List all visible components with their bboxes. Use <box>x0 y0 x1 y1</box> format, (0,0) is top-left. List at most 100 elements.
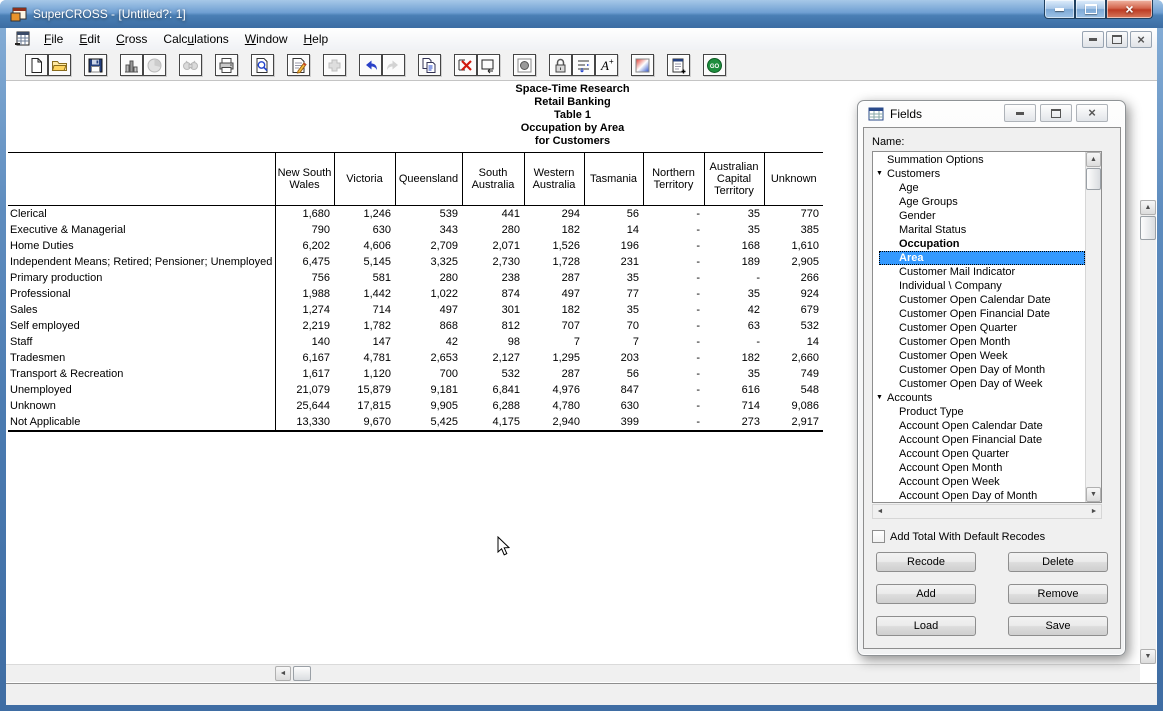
pie-chart-button[interactable] <box>143 54 166 76</box>
fields-scroll-thumb[interactable] <box>1086 168 1101 190</box>
column-header[interactable]: Unknown <box>764 153 823 206</box>
row-label[interactable]: Unemployed <box>8 382 275 398</box>
scroll-down-button[interactable]: ▼ <box>1140 649 1156 664</box>
menu-cross[interactable]: Cross <box>108 30 155 48</box>
field-item-account-open-day-of-month[interactable]: Account Open Day of Month <box>873 489 1085 503</box>
field-item-account-open-quarter[interactable]: Account Open Quarter <box>873 447 1085 461</box>
add-total-checkbox[interactable] <box>872 530 885 543</box>
save-button[interactable] <box>84 54 107 76</box>
edit-derivations-button[interactable] <box>287 54 310 76</box>
colors-button[interactable] <box>631 54 654 76</box>
field-item-account-open-calendar-date[interactable]: Account Open Calendar Date <box>873 419 1085 433</box>
field-options-button[interactable] <box>572 54 595 76</box>
new-document-button[interactable] <box>667 54 690 76</box>
stub-header-cell[interactable] <box>8 153 275 206</box>
field-item-age-groups[interactable]: Age Groups <box>873 195 1085 209</box>
scroll-up-button[interactable]: ▲ <box>1140 200 1156 215</box>
field-item-gender[interactable]: Gender <box>873 209 1085 223</box>
open-button[interactable] <box>48 54 71 76</box>
mdi-minimize-button[interactable] <box>1082 31 1104 48</box>
field-item-customer-mail-indicator[interactable]: Customer Mail Indicator <box>873 265 1085 279</box>
menu-file[interactable]: File <box>36 30 71 48</box>
mdi-restore-button[interactable] <box>1106 31 1128 48</box>
field-item-customers[interactable]: ▼Customers <box>873 167 1085 181</box>
field-item-account-open-financial-date[interactable]: Account Open Financial Date <box>873 433 1085 447</box>
fields-scroll-up-button[interactable]: ▲ <box>1086 152 1101 167</box>
menu-edit[interactable]: Edit <box>71 30 108 48</box>
field-item-age[interactable]: Age <box>873 181 1085 195</box>
minimize-button[interactable] <box>1044 0 1075 19</box>
field-item-product-type[interactable]: Product Type <box>873 405 1085 419</box>
column-header[interactable]: Northern Territory <box>643 153 704 206</box>
font-size-button[interactable]: A+ <box>595 54 618 76</box>
add-button[interactable]: Add <box>876 584 976 604</box>
bar-chart-button[interactable] <box>120 54 143 76</box>
field-item-customer-open-quarter[interactable]: Customer Open Quarter <box>873 321 1085 335</box>
new-table-button[interactable] <box>25 54 48 76</box>
mdi-close-button[interactable]: × <box>1130 31 1152 48</box>
field-item-customer-open-calendar-date[interactable]: Customer Open Calendar Date <box>873 293 1085 307</box>
dialog-minimize-button[interactable] <box>1004 104 1036 122</box>
row-label[interactable]: Self employed <box>8 318 275 334</box>
row-label[interactable]: Not Applicable <box>8 414 275 431</box>
field-item-individual-company[interactable]: Individual \ Company <box>873 279 1085 293</box>
column-header[interactable]: New South Wales <box>275 153 334 206</box>
lock-button[interactable] <box>549 54 572 76</box>
row-label[interactable]: Unknown <box>8 398 275 414</box>
row-label[interactable]: Transport & Recreation <box>8 366 275 382</box>
menu-help[interactable]: Help <box>295 30 336 48</box>
delete-button[interactable]: Delete <box>1008 552 1108 572</box>
scroll-left-button[interactable]: ◄ <box>275 666 291 681</box>
print-button[interactable] <box>215 54 238 76</box>
dialog-close-button[interactable]: × <box>1076 104 1108 122</box>
fields-list[interactable]: Summation Options▼CustomersAgeAge Groups… <box>872 151 1102 503</box>
column-header[interactable]: Victoria <box>334 153 395 206</box>
expand-arrow-icon[interactable]: ▼ <box>876 167 887 181</box>
fields-scroll-down-button[interactable]: ▼ <box>1086 487 1101 502</box>
field-item-customer-open-month[interactable]: Customer Open Month <box>873 335 1085 349</box>
row-label[interactable]: Sales <box>8 302 275 318</box>
field-item-account-open-month[interactable]: Account Open Month <box>873 461 1085 475</box>
redo-button[interactable] <box>382 54 405 76</box>
wizard-button[interactable] <box>323 54 346 76</box>
maximize-button[interactable] <box>1075 0 1106 19</box>
field-item-customer-open-day-of-week[interactable]: Customer Open Day of Week <box>873 377 1085 391</box>
field-item-summation-options[interactable]: Summation Options <box>873 153 1085 167</box>
menu-calculations[interactable]: Calculations <box>155 30 236 48</box>
field-item-account-open-week[interactable]: Account Open Week <box>873 475 1085 489</box>
table-layout-button[interactable] <box>477 54 500 76</box>
column-header[interactable]: South Australia <box>462 153 524 206</box>
vertical-scroll-thumb[interactable] <box>1140 216 1156 240</box>
field-item-occupation[interactable]: Occupation <box>873 237 1085 251</box>
fields-list-hscrollbar[interactable]: ◄ ► <box>872 504 1102 519</box>
row-label[interactable]: Executive & Managerial <box>8 222 275 238</box>
field-item-marital-status[interactable]: Marital Status <box>873 223 1085 237</box>
fields-scroll-left-button[interactable]: ◄ <box>873 505 887 518</box>
delete-table-button[interactable] <box>454 54 477 76</box>
field-item-customer-open-week[interactable]: Customer Open Week <box>873 349 1085 363</box>
save-button[interactable]: Save <box>1008 616 1108 636</box>
horizontal-scrollbar[interactable]: ◄ <box>6 664 1140 682</box>
fields-scroll-right-button[interactable]: ► <box>1087 505 1101 518</box>
field-item-customer-open-day-of-month[interactable]: Customer Open Day of Month <box>873 363 1085 377</box>
field-item-customer-open-financial-date[interactable]: Customer Open Financial Date <box>873 307 1085 321</box>
field-item-accounts[interactable]: ▼Accounts <box>873 391 1085 405</box>
go-button[interactable]: GO <box>703 54 726 76</box>
column-header[interactable]: Australian Capital Territory <box>704 153 764 206</box>
fields-dialog-titlebar[interactable]: Fields × <box>858 101 1125 127</box>
row-label[interactable]: Clerical <box>8 206 275 223</box>
find-button[interactable] <box>179 54 202 76</box>
remove-button[interactable]: Remove <box>1008 584 1108 604</box>
fields-list-vscrollbar[interactable]: ▲ ▼ <box>1085 152 1101 502</box>
row-label[interactable]: Independent Means; Retired; Pensioner; U… <box>8 254 275 270</box>
expand-arrow-icon[interactable]: ▼ <box>876 391 887 405</box>
row-label[interactable]: Primary production <box>8 270 275 286</box>
horizontal-scroll-thumb[interactable] <box>293 666 311 681</box>
print-preview-button[interactable] <box>251 54 274 76</box>
field-item-area[interactable]: Area <box>879 251 1085 265</box>
undo-button[interactable] <box>359 54 382 76</box>
row-label[interactable]: Home Duties <box>8 238 275 254</box>
row-label[interactable]: Professional <box>8 286 275 302</box>
zoom-target-button[interactable] <box>513 54 536 76</box>
vertical-scrollbar[interactable]: ▲ ▼ <box>1140 200 1156 664</box>
